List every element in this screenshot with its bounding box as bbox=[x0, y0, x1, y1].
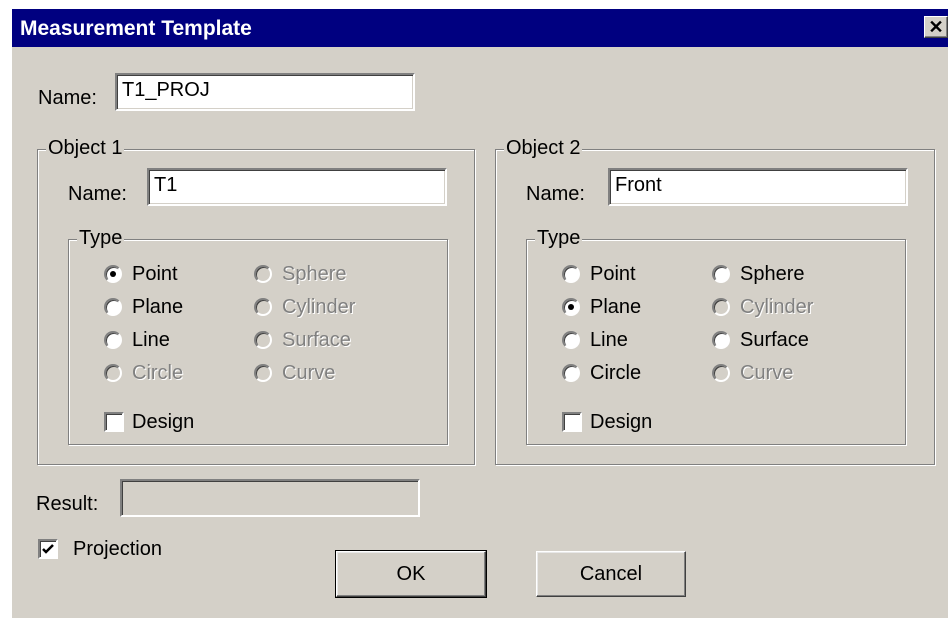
object1-group: Object 1 Name: T1 Type Point Plane Line Cir… bbox=[37, 136, 475, 465]
object2-name-label: Name: bbox=[526, 183, 585, 205]
projection-label: Projection bbox=[73, 538, 162, 560]
object1-title: Object 1 bbox=[46, 136, 125, 160]
checkmark-icon bbox=[42, 544, 54, 554]
template-name-input[interactable]: T1_PROJ bbox=[115, 73, 415, 111]
object2-name-input[interactable]: Front bbox=[608, 168, 908, 206]
title-bar[interactable]: Measurement Template ✕ bbox=[12, 9, 948, 47]
object1-radio-circle bbox=[104, 364, 122, 382]
object2-option-label-point: Point bbox=[590, 263, 636, 285]
object1-type-group: Type Point Plane Line Circle Sphere Cylinder S… bbox=[68, 226, 448, 445]
object2-option-label-sphere: Sphere bbox=[740, 263, 805, 285]
object2-radio-surface[interactable] bbox=[712, 331, 730, 349]
object1-option-label-circle: Circle bbox=[132, 362, 184, 384]
object1-radio-sphere bbox=[254, 265, 272, 283]
object1-name-label: Name: bbox=[68, 183, 127, 205]
projection-checkbox[interactable] bbox=[38, 539, 58, 559]
object2-option-label-plane: Plane bbox=[590, 296, 642, 318]
object1-option-label-sphere: Sphere bbox=[282, 263, 347, 285]
object2-radio-point[interactable] bbox=[562, 265, 580, 283]
name-label: Name: bbox=[38, 87, 97, 109]
object1-radio-curve bbox=[254, 364, 272, 382]
cancel-button[interactable]: Cancel bbox=[536, 551, 686, 597]
object1-type-title: Type bbox=[77, 226, 125, 250]
object1-option-label-point: Point bbox=[132, 263, 178, 285]
object2-type-group: Type Point Plane Line Circle Sphere Cylinder S… bbox=[526, 226, 906, 445]
object1-option-label-line: Line bbox=[132, 329, 170, 351]
dialog-title: Measurement Template bbox=[20, 17, 252, 40]
object1-radio-surface bbox=[254, 331, 272, 349]
object2-option-label-circle: Circle bbox=[590, 362, 642, 384]
object2-radio-circle[interactable] bbox=[562, 364, 580, 382]
object1-option-label-curve: Curve bbox=[282, 362, 336, 384]
measurement-template-dialog: Measurement Template ✕ Name: T1_PROJ Obj… bbox=[12, 9, 948, 618]
object1-design-label: Design bbox=[132, 411, 195, 433]
object1-name-input[interactable]: T1 bbox=[147, 168, 447, 206]
object2-radio-curve bbox=[712, 364, 730, 382]
result-field bbox=[120, 479, 420, 517]
object2-radio-plane[interactable] bbox=[562, 298, 580, 316]
object2-option-label-line: Line bbox=[590, 329, 628, 351]
object2-design-label: Design bbox=[590, 411, 653, 433]
object1-radio-cylinder bbox=[254, 298, 272, 316]
object1-radio-plane[interactable] bbox=[104, 298, 122, 316]
object1-option-label-cylinder: Cylinder bbox=[282, 296, 356, 318]
object2-title: Object 2 bbox=[504, 136, 583, 160]
close-button[interactable]: ✕ bbox=[924, 16, 948, 38]
ok-button[interactable]: OK bbox=[335, 550, 487, 598]
object2-radio-sphere[interactable] bbox=[712, 265, 730, 283]
object2-option-label-curve: Curve bbox=[740, 362, 794, 384]
result-label: Result: bbox=[36, 493, 99, 515]
object2-radio-cylinder bbox=[712, 298, 730, 316]
close-icon: ✕ bbox=[928, 17, 944, 37]
object1-design-checkbox[interactable] bbox=[104, 412, 124, 432]
object1-radio-point[interactable] bbox=[104, 265, 122, 283]
object1-option-label-surface: Surface bbox=[282, 329, 351, 351]
object1-radio-line[interactable] bbox=[104, 331, 122, 349]
object2-radio-line[interactable] bbox=[562, 331, 580, 349]
object2-option-label-cylinder: Cylinder bbox=[740, 296, 814, 318]
object2-group: Object 2 Name: Front Type Point Plane Line… bbox=[495, 136, 935, 465]
object2-type-title: Type bbox=[535, 226, 583, 250]
object1-option-label-plane: Plane bbox=[132, 296, 184, 318]
object2-design-checkbox[interactable] bbox=[562, 412, 582, 432]
object2-option-label-surface: Surface bbox=[740, 329, 809, 351]
